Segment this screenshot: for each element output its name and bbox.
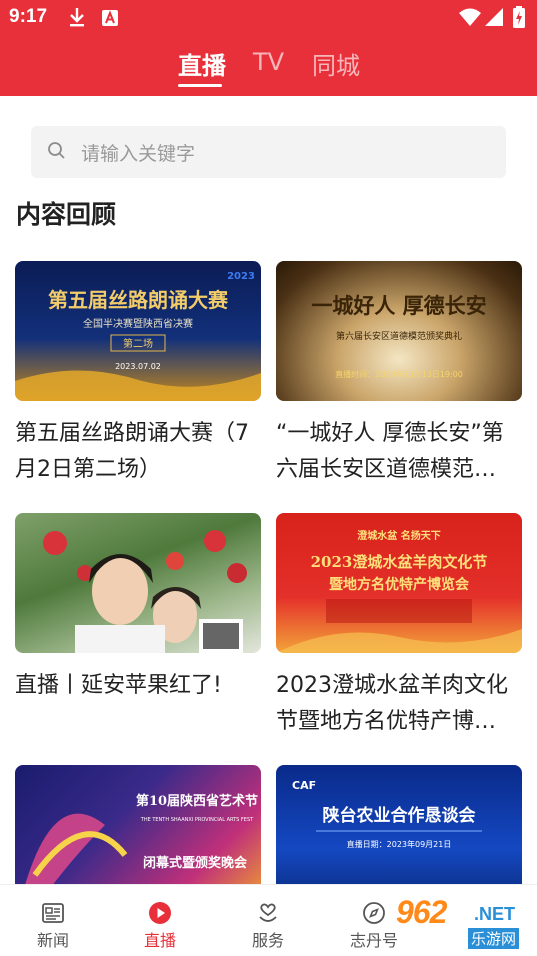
- tab-tv[interactable]: TV: [253, 48, 284, 76]
- search-bar[interactable]: 请输入关键字: [31, 126, 506, 178]
- video-title: “一城好人 厚德长安”第六届长安区道德模范…: [276, 421, 504, 482]
- thumb-subtitle: 全国半决赛暨陕西省决赛: [83, 317, 193, 330]
- thumb-subtitle: 暨地方名优特产博览会: [329, 576, 470, 593]
- status-bar: 9:17: [0, 0, 537, 36]
- newspaper-icon: [42, 903, 64, 923]
- thumb-title: 第五届丝路朗诵大赛: [48, 288, 229, 312]
- thumb-title: 一城好人 厚德长安: [311, 293, 486, 318]
- watermark-site: 乐游网: [468, 928, 520, 949]
- thumbnail-art: 一城好人 厚德长安 第六届长安区道德模范颁奖典礼 直播时间：2023年10月13…: [311, 293, 486, 379]
- thumb-subtitle: THE TENTH SHAANXI PROVINCIAL ARTS FEST: [140, 817, 254, 823]
- thumbnail-art: 第五届丝路朗诵大赛 全国半决赛暨陕西省决赛 第二场 2023.07.02 202…: [15, 271, 261, 401]
- video-thumbnail: [15, 513, 261, 653]
- thumbnail-art: 澄城水盆 名扬天下 2023澄城水盆羊肉文化节 暨地方名优特产博览会: [276, 529, 522, 653]
- thumb-date: 直播日期：2023年09月21日: [347, 839, 452, 849]
- thumbnail-art: [43, 530, 247, 653]
- search-placeholder: 请输入关键字: [81, 143, 196, 165]
- thumb-time: 直播时间：2023年10月13日19:00: [335, 369, 463, 379]
- service-icon: [259, 903, 277, 922]
- nav-label: 新闻: [36, 931, 69, 950]
- battery-icon: [513, 6, 525, 28]
- watermark-number: 962: [396, 894, 447, 930]
- thumb-session: 第二场: [123, 337, 153, 350]
- play-icon: [149, 902, 171, 924]
- top-tabs: 直播 TV 同城: [0, 40, 537, 96]
- nav-live[interactable]: 直播: [120, 885, 200, 956]
- video-thumbnail: 一城好人 厚德长安 第六届长安区道德模范颁奖典礼 直播时间：2023年10月13…: [276, 261, 522, 401]
- compass-icon: [363, 902, 385, 924]
- watermark-net: .NET: [474, 904, 516, 924]
- thumb-subtitle: 第六届长安区道德模范颁奖典礼: [336, 330, 462, 342]
- nav-label: 服务: [251, 931, 284, 950]
- thumb-date: 2023.07.02: [115, 362, 161, 371]
- thumb-event: 闭幕式暨颁奖晚会: [143, 855, 248, 871]
- video-thumbnail: 澄城水盆 名扬天下 2023澄城水盆羊肉文化节 暨地方名优特产博览会: [276, 513, 522, 653]
- thumb-logo: CAF: [292, 779, 316, 792]
- app-header: 9:17 直播 TV 同城: [0, 0, 537, 96]
- tab-live[interactable]: 直播: [178, 46, 226, 81]
- nav-label: 直播: [143, 931, 176, 950]
- status-time: 9:17: [9, 6, 48, 27]
- section-title: 内容回顾: [16, 200, 117, 229]
- download-icon: [70, 8, 84, 27]
- app-notification-icon: [102, 10, 118, 26]
- watermark-logo: 962 .NET 乐游网: [396, 894, 532, 952]
- wifi-icon: [459, 8, 481, 26]
- thumb-title: 2023澄城水盆羊肉文化节: [311, 553, 488, 571]
- signal-icon: [485, 8, 503, 26]
- search-icon: [48, 142, 65, 159]
- nav-news[interactable]: 新闻: [13, 885, 93, 956]
- thumb-slogan: 澄城水盆 名扬天下: [357, 529, 440, 542]
- video-title: 第五届丝路朗诵大赛（7月2日第二场）: [15, 421, 249, 482]
- thumb-year: 2023: [227, 271, 255, 282]
- tab-local[interactable]: 同城: [312, 46, 360, 81]
- video-title: 2023澄城水盆羊肉文化节暨地方名优特产博…: [276, 673, 508, 734]
- video-title: 直播丨延安苹果红了!: [15, 673, 222, 698]
- thumb-title: 第10届陕西省艺术节: [136, 793, 258, 809]
- video-thumbnail: 第五届丝路朗诵大赛 全国半决赛暨陕西省决赛 第二场 2023.07.02 202…: [15, 261, 261, 401]
- nav-service[interactable]: 服务: [228, 885, 308, 956]
- active-tab-indicator: [178, 84, 222, 87]
- thumb-title: 陕台农业合作恳谈会: [323, 805, 476, 826]
